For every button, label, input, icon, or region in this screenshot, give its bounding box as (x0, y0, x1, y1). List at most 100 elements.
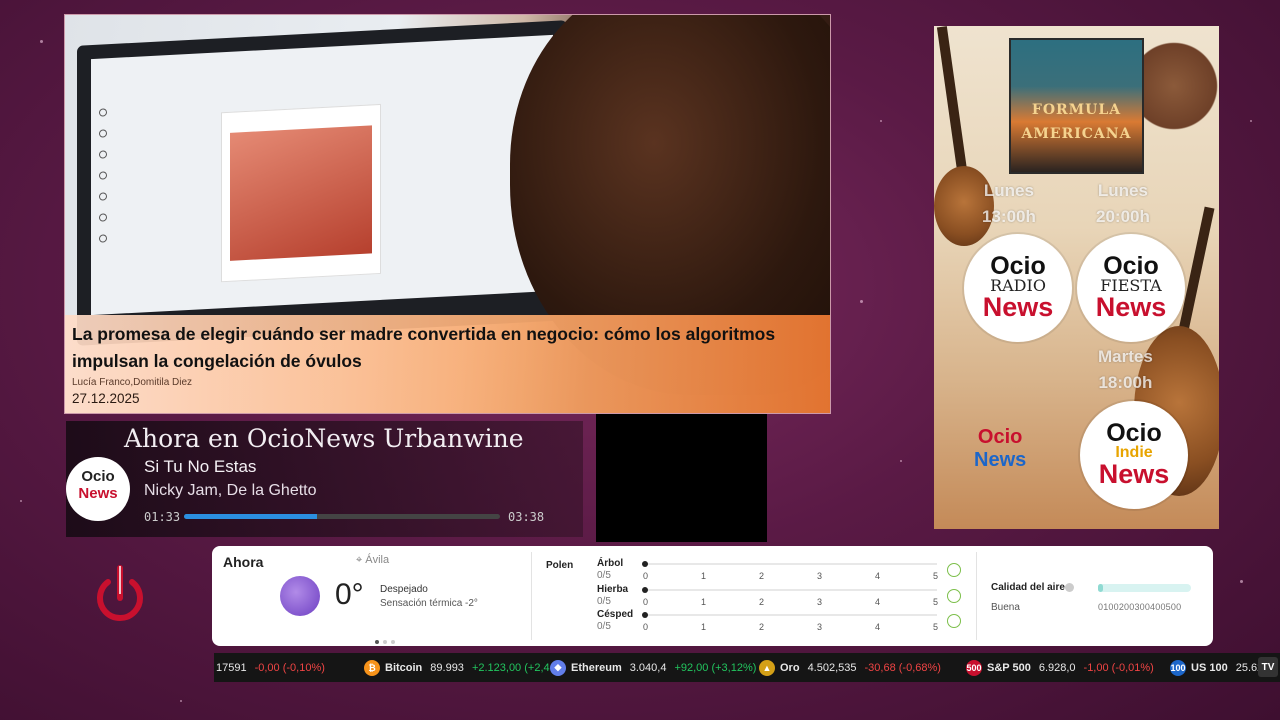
ticker-name: Bitcoin (385, 661, 423, 674)
pollen-tick: 4 (875, 597, 881, 607)
ticker-price: 6.928,0 (1038, 661, 1076, 674)
pollen-track (642, 612, 937, 618)
air-quality-label: Buena (991, 602, 1020, 613)
weather-location-text: Ávila (365, 554, 390, 566)
pollen-name: Hierba (597, 584, 629, 595)
carousel-dots[interactable] (375, 631, 399, 649)
ticker-price: 17591 (216, 661, 247, 674)
pollen-tick: 1 (701, 571, 707, 581)
slot-3: Martes 18:00h (1098, 344, 1153, 396)
power-icon[interactable] (94, 564, 146, 624)
weather-location[interactable]: ⌖ Ávila (356, 554, 389, 567)
ticker-name: Oro (780, 661, 800, 674)
slot-2-day: Lunes (1097, 181, 1148, 200)
pollen-tick: 2 (759, 622, 765, 632)
weather-temperature: 0° (335, 578, 364, 611)
badge-2-mid: FIESTA (1100, 276, 1162, 295)
ticker-item[interactable]: 100 US 100 25.62 (1170, 653, 1271, 682)
weather-widget: Ahora ⌖ Ávila 0° Despejado Sensación tér… (212, 546, 1213, 646)
pollen-track (642, 561, 937, 567)
weather-now-label: Ahora (223, 554, 264, 570)
progress-bar[interactable] (184, 514, 500, 519)
ticker-name: S&P 500 (987, 661, 1031, 674)
station-logo: Ocio News (66, 457, 130, 521)
us-100-icon: 100 (1170, 659, 1186, 676)
badge-3-bottom: News (1098, 459, 1170, 489)
slot-1: Lunes 13:00h (982, 178, 1036, 230)
lawn-icon (947, 614, 961, 628)
ticker-name: Ethereum (571, 661, 622, 674)
now-playing-panel: Ahora en OcioNews Urbanwine Ocio News Si… (66, 421, 583, 537)
laptop-screen-illustration (77, 20, 567, 346)
pollen-tick: 5 (933, 622, 939, 632)
ticker-price: 3.040,4 (629, 661, 667, 674)
ticker-price: 89.993 (430, 661, 464, 674)
pollen-row: Árbol 0/5 0 1 2 3 4 5 (597, 558, 947, 583)
bitcoin-icon: ₿ (364, 659, 380, 676)
pollen-tick: 4 (875, 622, 881, 632)
pollen-tick: 5 (933, 571, 939, 581)
ticker-change: -1,00 (-0,01%) (1083, 661, 1154, 674)
badge-3-mid: Indie (1115, 444, 1153, 461)
news-caption: La promesa de elegir cuándo ser madre co… (65, 315, 830, 413)
slot-2: Lunes 20:00h (1096, 178, 1150, 230)
pollen-score: 0/5 (597, 621, 611, 632)
pollen-level-dot (642, 612, 648, 618)
album-title: FORMULA AMERICANA (1021, 102, 1132, 142)
air-quality-fill (1098, 584, 1103, 592)
slot-1-time: 13:00h (982, 207, 1036, 226)
ticker-item[interactable]: ◆ Ethereum 3.040,4 +92,00 (+3,12%) (550, 653, 756, 682)
pollen-score: 0/5 (597, 570, 611, 581)
weather-feels-like: Sensación térmica -2° (380, 598, 478, 609)
location-pin-icon: ⌖ (356, 554, 363, 566)
news-date: 27.12.2025 (72, 391, 140, 406)
pollen-tick: 3 (817, 622, 823, 632)
badge-1-mid: RADIO (990, 276, 1046, 295)
ticker-change: +92,00 (+3,12%) (674, 661, 757, 674)
pollen-tick: 0 (643, 597, 649, 607)
song-artist: Nicky Jam, De la Ghetto (144, 482, 317, 499)
pollen-level-dot (642, 587, 648, 593)
badge-1-bottom: News (982, 292, 1054, 322)
pollen-level-dot (642, 561, 648, 567)
pollen-tick: 0 (643, 622, 649, 632)
ocio-indie-badge[interactable]: Ocio Indie News (1080, 401, 1188, 509)
pollen-name: Césped (597, 609, 634, 620)
progress-fill (184, 514, 317, 519)
market-ticker: 17591 -0,00 (-0,10%) ₿ Bitcoin 89.993 +2.123,… (214, 653, 1280, 682)
badge-2-bottom: News (1095, 292, 1167, 322)
video-placeholder (596, 414, 767, 542)
slot-3-day: Martes (1098, 347, 1153, 366)
schedule-poster: FORMULA AMERICANA Lunes 13:00h Lunes 20:… (934, 26, 1219, 529)
station-logo-top: Ocio (81, 468, 115, 485)
pollen-tick: 1 (701, 622, 707, 632)
weather-condition: Despejado (380, 584, 428, 595)
ticker-item[interactable]: ₿ Bitcoin 89.993 +2.123,00 (+2,4 (364, 653, 550, 682)
total-time: 03:38 (508, 510, 545, 524)
badge-3-top: Ocio (1106, 419, 1162, 447)
s-p-500-icon: 500 (966, 659, 982, 676)
ticker-change: +2.123,00 (+2,4 (471, 661, 550, 674)
small-logo-top: Ocio (977, 426, 1023, 448)
news-authors: Lucía Franco,Domitila Diez (72, 377, 193, 388)
ticker-price: 4.502,535 (807, 661, 857, 674)
ticker-item[interactable]: 17591 -0,00 (-0,10%) (216, 653, 325, 682)
song-title: Si Tu No Estas (144, 457, 257, 476)
ocio-fiesta-badge[interactable]: Ocio FIESTA News (1077, 234, 1185, 342)
pollen-row: Césped 0/5 0 1 2 3 4 5 (597, 609, 947, 634)
ticker-item[interactable]: ▲ Oro 4.502,535 -30,68 (-0,68%) (759, 653, 941, 682)
station-logo-bottom: News (78, 485, 118, 502)
pollen-row: Hierba 0/5 0 1 2 3 4 5 (597, 584, 947, 609)
pollen-tick: 3 (817, 571, 823, 581)
info-icon[interactable] (1065, 583, 1074, 592)
pollen-score: 0/5 (597, 596, 611, 607)
ticker-name: US 100 (1191, 661, 1228, 674)
news-card[interactable]: La promesa de elegir cuándo ser madre co… (64, 14, 831, 414)
news-headline[interactable]: La promesa de elegir cuándo ser madre co… (72, 321, 823, 375)
tradingview-logo-icon[interactable]: TV (1258, 657, 1278, 677)
album-cover: FORMULA AMERICANA (1009, 38, 1144, 174)
ocio-radio-badge[interactable]: Ocio RADIO News (964, 234, 1072, 342)
grass-icon (947, 589, 961, 603)
ticker-item[interactable]: 500 S&P 500 6.928,0 -1,00 (-0,01%) (966, 653, 1154, 682)
ticker-change: -30,68 (-0,68%) (864, 661, 941, 674)
